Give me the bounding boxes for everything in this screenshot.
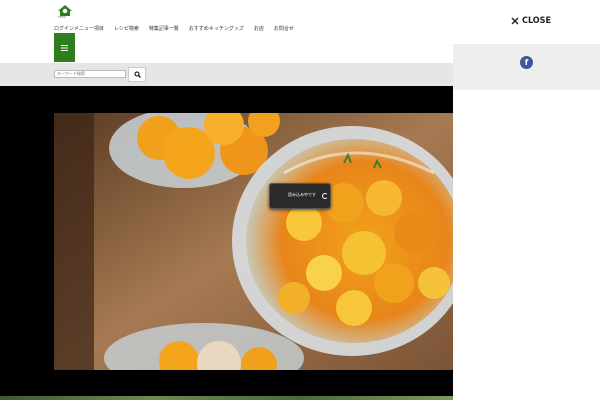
nav-item-4[interactable]: おすすめキッチングッズ <box>189 25 244 32</box>
spinner-icon <box>322 193 328 199</box>
kumquat-jar-image <box>54 113 453 370</box>
nav-item-1[interactable]: ログインメニュー項目 <box>54 25 104 32</box>
facebook-share-button[interactable]: f <box>520 56 533 69</box>
close-label: CLOSE <box>522 16 552 26</box>
nav-item-5[interactable]: お店 <box>254 25 264 32</box>
loading-indicator: 読み込み中です <box>269 183 331 209</box>
search-button[interactable] <box>128 67 146 82</box>
close-icon <box>511 17 519 25</box>
search-input[interactable] <box>54 70 126 78</box>
logo-text: FRIN <box>58 15 66 19</box>
hamburger-icon <box>61 44 68 51</box>
search-icon <box>134 71 141 78</box>
video-frame[interactable] <box>54 113 453 370</box>
hamburger-menu-button[interactable] <box>54 33 75 62</box>
nav-item-6[interactable]: お問合せ <box>274 25 294 32</box>
facebook-icon: f <box>524 58 529 67</box>
close-button[interactable]: CLOSE <box>511 16 551 26</box>
nav-item-3[interactable]: 特集記事一覧 <box>149 25 179 32</box>
loading-text: 読み込み中です <box>288 192 316 197</box>
main-nav: ログインメニュー項目 レシピ検索 特集記事一覧 おすすめキッチングッズ お店 お… <box>54 25 294 32</box>
nav-item-2[interactable]: レシピ検索 <box>114 25 139 32</box>
